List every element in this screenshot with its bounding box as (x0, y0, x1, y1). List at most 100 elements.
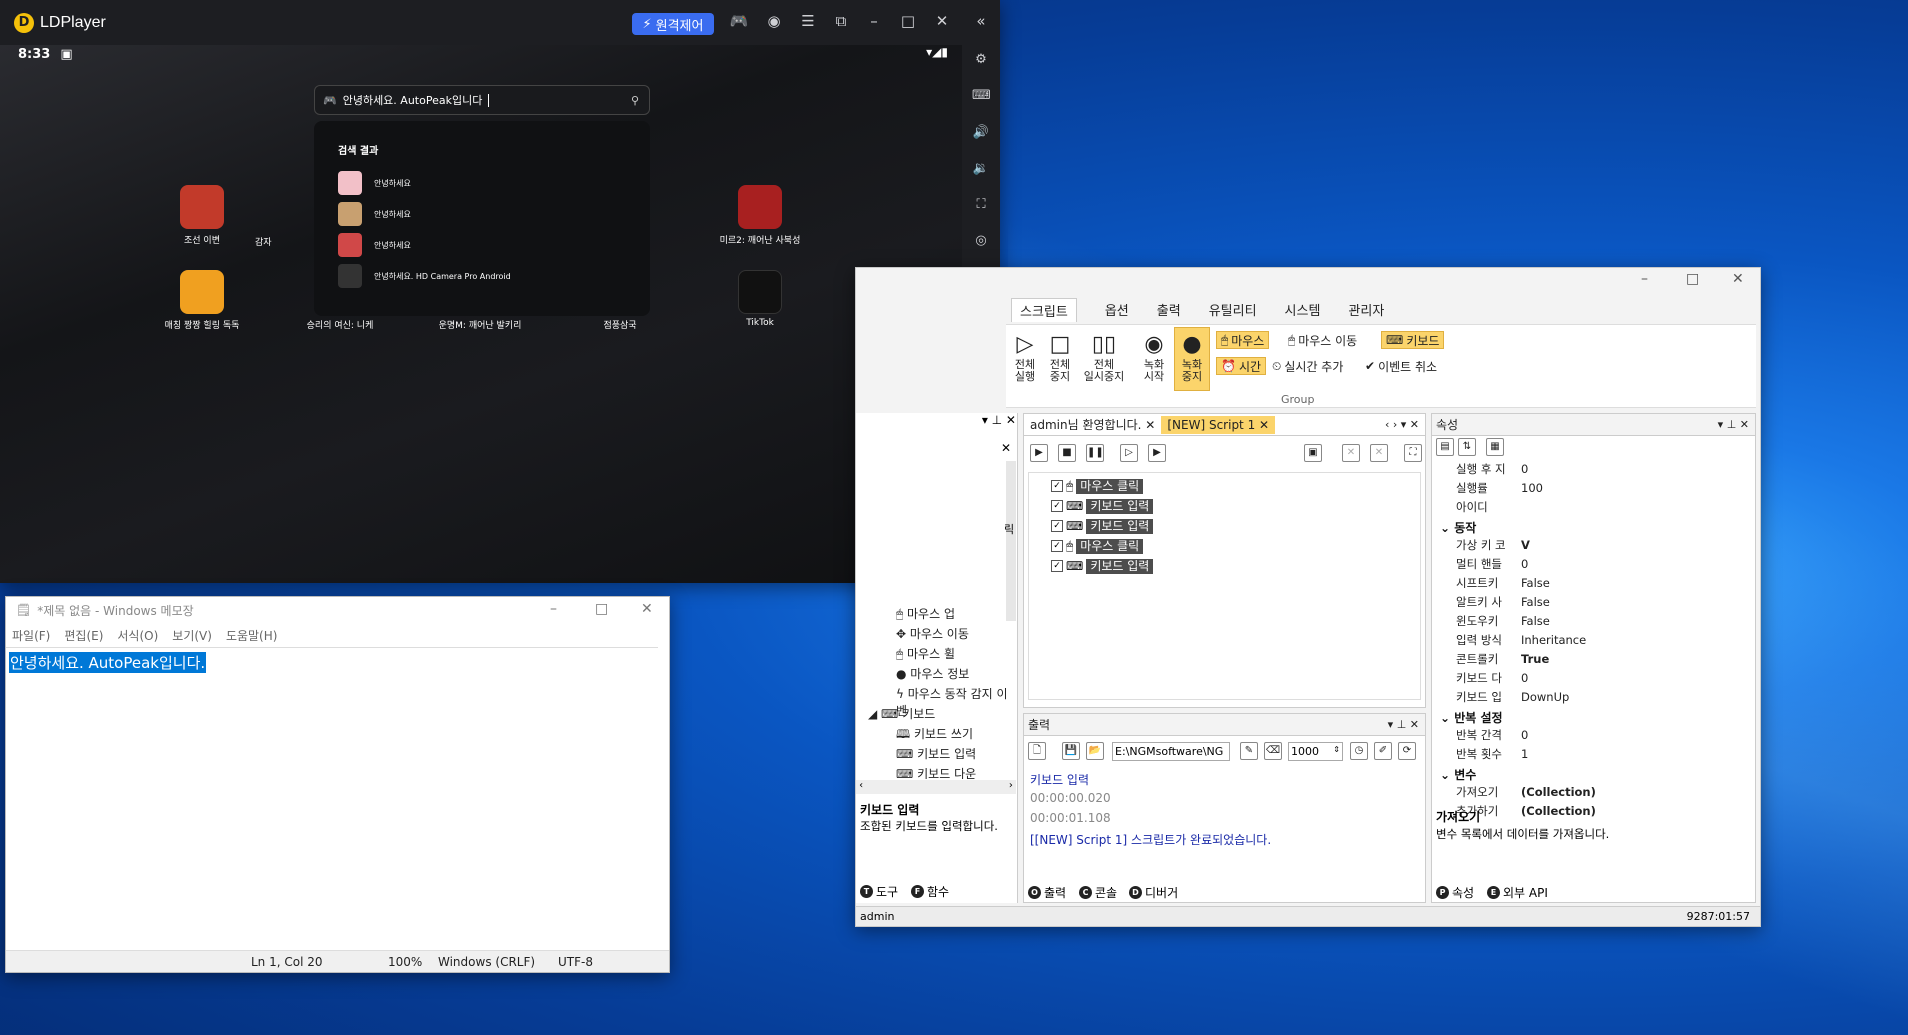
stop-all-button[interactable]: □ 전체 중지 (1046, 331, 1074, 383)
property-pages-icon[interactable]: ▦ (1486, 438, 1504, 456)
record-start-button[interactable]: ◉ 녹화 시작 (1139, 331, 1169, 383)
notepad-editor[interactable]: 안녕하세요. AutoPeak입니다. (6, 647, 658, 936)
tab-output[interactable]: O 출력 (1028, 884, 1066, 901)
play-icon[interactable]: ▶ (1030, 444, 1048, 462)
clock-icon[interactable]: ◷ (1350, 742, 1368, 760)
keyboard-toggle[interactable]: ⌨ 키보드 (1381, 331, 1445, 349)
refresh-icon[interactable]: ⟳ (1398, 742, 1416, 760)
tab-admin[interactable]: 관리자 (1348, 300, 1384, 322)
script-step[interactable]: ✓ 🖱 마우스 클릭 (1051, 538, 1144, 554)
prop-value[interactable]: (Collection) (1521, 785, 1596, 800)
result-item[interactable]: 안녕하세요 (338, 171, 411, 195)
search-input[interactable]: 🎮 안녕하세요. AutoPeak입니다 ⚲ (314, 85, 650, 115)
stop-icon[interactable]: ■ (1058, 444, 1076, 462)
tab-console[interactable]: C 콘솔 (1079, 884, 1117, 901)
prop-group[interactable]: ⌄ 동작 (1440, 519, 1476, 536)
menu-icon[interactable]: ☰ (797, 12, 819, 30)
path-input[interactable]: E:\NGMsoftware\NG (1112, 742, 1230, 761)
maximize-icon[interactable]: □ (595, 601, 608, 617)
record-stop-button[interactable]: ● 녹화 중지 (1174, 327, 1210, 391)
app-icon[interactable]: TikTok (705, 270, 815, 328)
step-icon[interactable]: ▷ (1120, 444, 1138, 462)
app-icon[interactable]: 조선 이변 (147, 185, 257, 246)
pane-controls[interactable]: ▾ ⊥ ✕ (1388, 718, 1425, 731)
interval-stepper[interactable]: 1000 ⇕ (1288, 742, 1343, 761)
image-icon[interactable]: ▣ (1304, 444, 1322, 462)
account-icon[interactable]: ◉ (763, 12, 785, 30)
menu-edit[interactable]: 편집(E) (64, 627, 103, 644)
popout-icon[interactable]: ⧉ (830, 12, 852, 30)
prop-value[interactable]: 0 (1521, 728, 1528, 743)
close-icon[interactable]: ✕ (641, 601, 653, 617)
tab-script1[interactable]: [NEW] Script 1 ✕ (1161, 415, 1276, 434)
minimize-icon[interactable]: – (863, 12, 885, 30)
tab-functions[interactable]: F 함수 (911, 883, 949, 900)
keyboard-map-icon[interactable]: ⌨ (972, 87, 991, 105)
script-list[interactable]: ✓ 🖱 마우스 클릭 ✓ ⌨ 키보드 입력 ✓ ⌨ 키보드 입력 ✓ 🖱 마우스 클릭 ✓ ⌨ 키보… (1028, 472, 1421, 700)
app-icon[interactable]: 매칭 짱짱 힐링 독독 (147, 270, 257, 331)
categorized-icon[interactable]: ▤ (1436, 438, 1454, 456)
checkbox[interactable]: ✓ (1051, 540, 1063, 552)
realtime-add-toggle[interactable]: ⏲ 실시간 추가 (1268, 357, 1347, 375)
tree-item[interactable]: ⌨ 키보드 다운 (896, 765, 976, 779)
menu-help[interactable]: 도움말(H) (226, 627, 278, 644)
tree-item[interactable]: 🖱 마우스 휠 (896, 645, 955, 662)
menu-format[interactable]: 서식(O) (117, 627, 158, 644)
tab-script[interactable]: 스크립트 (1011, 298, 1077, 322)
collapse-sidebar-icon[interactable]: « (970, 12, 992, 30)
tree-group-keyboard[interactable]: ◢ ⌨ 키보드 (868, 705, 935, 722)
tab-welcome[interactable]: admin님 환영합니다. ✕ (1024, 414, 1161, 435)
tab-properties[interactable]: P 속성 (1436, 884, 1474, 901)
new-file-icon[interactable]: 🗋 (1028, 742, 1046, 760)
prop-value[interactable]: 0 (1521, 671, 1528, 686)
prop-value[interactable]: DownUp (1521, 690, 1569, 705)
checkbox[interactable]: ✓ (1051, 480, 1063, 492)
script-step[interactable]: ✓ ⌨ 키보드 입력 (1051, 558, 1154, 574)
mouse-move-toggle[interactable]: 🖱 마우스 이동 (1284, 331, 1361, 349)
prop-value[interactable]: Inheritance (1521, 633, 1586, 648)
search-icon[interactable]: ⚲ (631, 94, 639, 107)
sort-az-icon[interactable]: ⇅ (1458, 438, 1476, 456)
script-step[interactable]: ✓ 🖱 마우스 클릭 (1051, 478, 1144, 494)
save-icon[interactable]: 💾 (1062, 742, 1080, 760)
checkbox[interactable]: ✓ (1051, 520, 1063, 532)
prop-group[interactable]: ⌄ 반복 설정 (1440, 709, 1503, 726)
remote-control-button[interactable]: ⚡ 원격제어 (632, 13, 714, 35)
pane-controls[interactable]: ▾ ⊥ ✕ (1718, 418, 1755, 431)
run-all-button[interactable]: ▷ 전체 실행 (1011, 331, 1039, 383)
pane-controls[interactable]: ▾ ⊥ ✕ (956, 413, 1016, 431)
pane-controls[interactable]: ‹ › ▾ ✕ (1385, 418, 1425, 431)
prop-value[interactable]: False (1521, 595, 1550, 610)
tab-external-api[interactable]: E 외부 API (1487, 884, 1548, 901)
prop-value[interactable]: 0 (1521, 557, 1528, 572)
pause-all-button[interactable]: ▯▯ 전체 일시중지 (1080, 331, 1128, 383)
location-icon[interactable]: ◎ (972, 232, 990, 250)
brush-icon[interactable]: ✎ (1240, 742, 1258, 760)
prop-value[interactable]: True (1521, 652, 1549, 667)
tree-item[interactable]: ⌨ 키보드 입력 (896, 745, 976, 762)
result-item[interactable]: 안녕하세요 (338, 233, 411, 257)
result-item[interactable]: 안녕하세요. HD Camera Pro Android (338, 264, 511, 288)
close-icon[interactable]: ✕ (1001, 441, 1011, 455)
maximize-icon[interactable]: □ (1686, 271, 1699, 287)
tab-output[interactable]: 출력 (1157, 300, 1181, 322)
prop-value[interactable]: 1 (1521, 747, 1528, 762)
mouse-toggle[interactable]: 🖱 마우스 (1216, 331, 1270, 349)
screenshot-icon[interactable]: ⛶ (972, 196, 990, 214)
tree-item[interactable]: ✥ 마우스 이동 (896, 625, 969, 642)
prop-group[interactable]: ⌄ 변수 (1440, 766, 1476, 783)
volume-up-icon[interactable]: 🔊 (972, 124, 990, 142)
tab-options[interactable]: 옵션 (1105, 300, 1129, 322)
close-icon[interactable]: ✕ (1732, 271, 1744, 287)
tree-item[interactable]: 🖱 마우스 업 (896, 605, 955, 622)
tab-utility[interactable]: 유틸리티 (1209, 300, 1257, 322)
tree-item[interactable]: 🕮 키보드 쓰기 (896, 725, 973, 746)
scrollbar[interactable] (1006, 461, 1016, 621)
prop-value[interactable]: (Collection) (1521, 804, 1596, 819)
tab-tools[interactable]: T 도구 (860, 883, 898, 900)
tab-system[interactable]: 시스템 (1285, 300, 1321, 322)
prop-value[interactable]: False (1521, 576, 1550, 591)
tree-item[interactable]: ● 마우스 정보 (896, 665, 969, 682)
prop-value[interactable]: 0 (1521, 462, 1528, 477)
android-screen[interactable]: 8:33 ▣ ▾◢▮ 🎮 안녕하세요. AutoPeak입니다 ⚲ 조선 이변 감… (0, 45, 962, 583)
